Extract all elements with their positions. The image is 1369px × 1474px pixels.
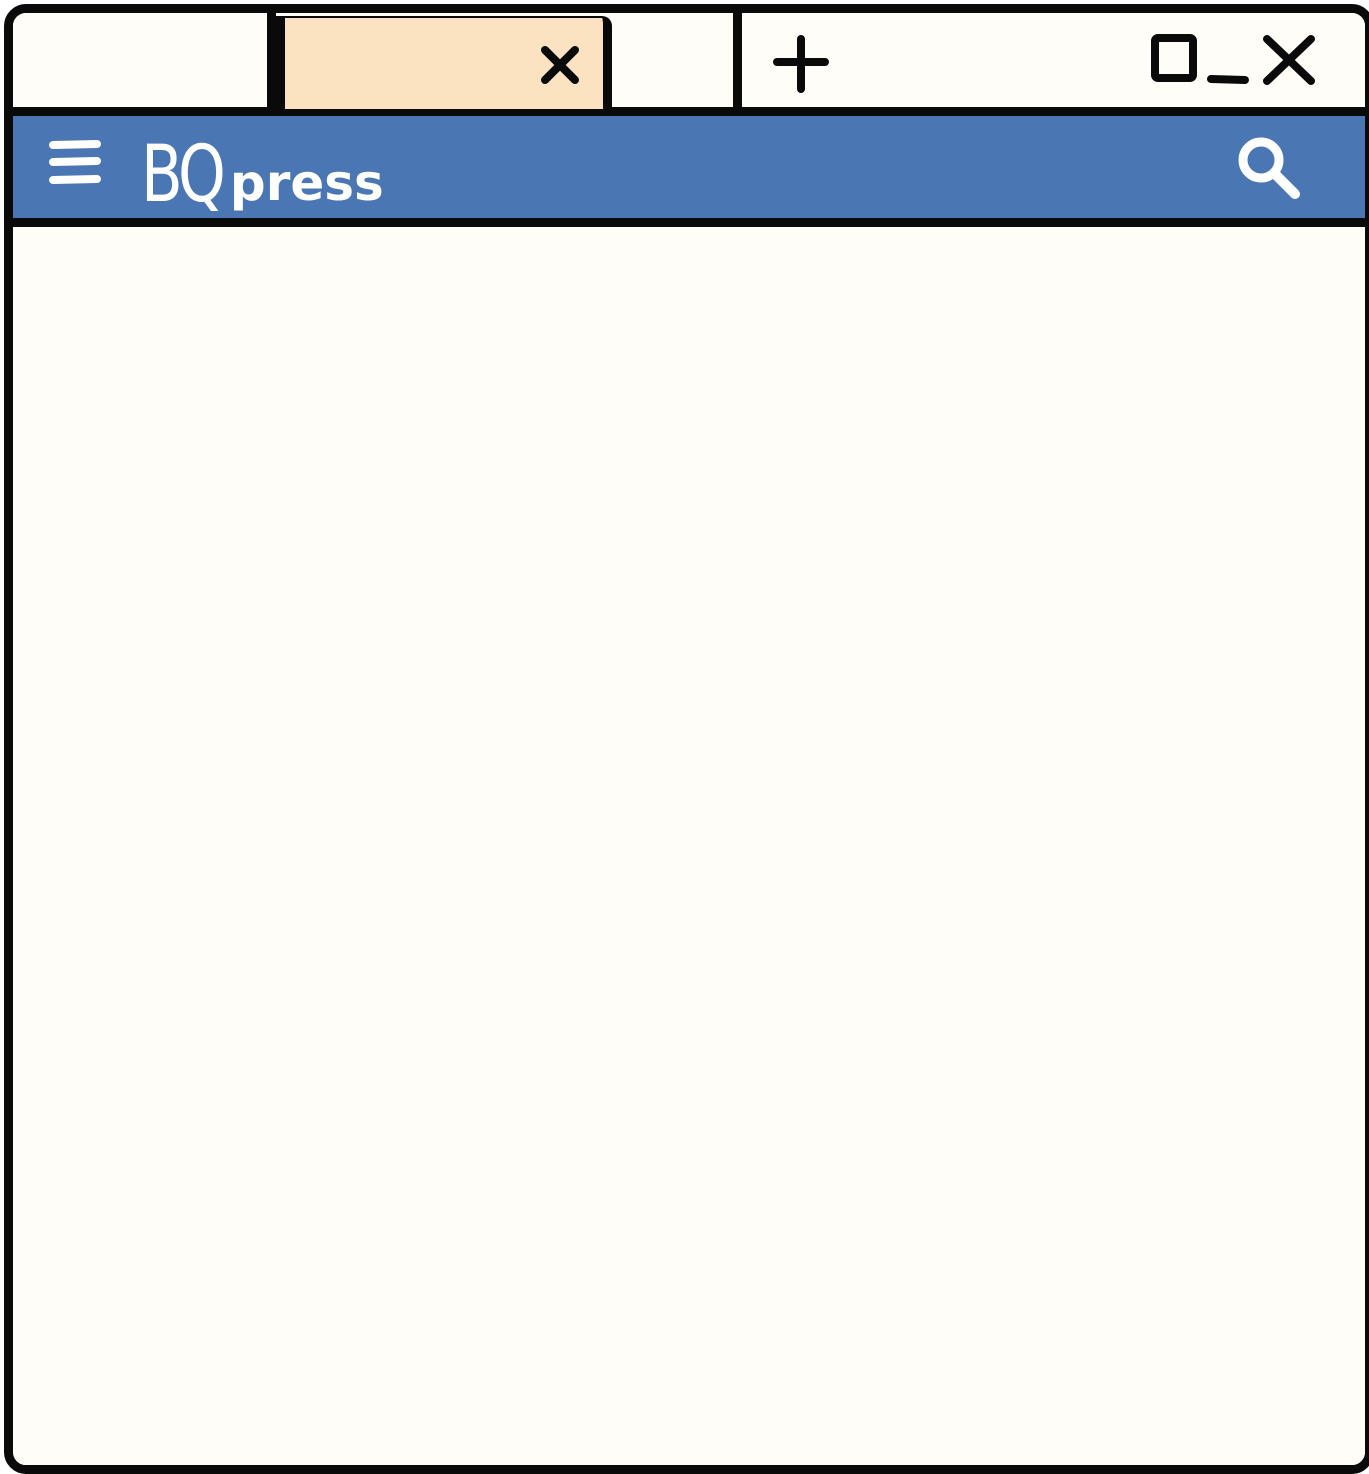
active-tab[interactable]	[276, 16, 612, 109]
plus-icon[interactable]	[771, 33, 831, 93]
hamburger-menu-icon[interactable]	[47, 135, 103, 191]
site-header: BQ press	[13, 116, 1365, 227]
tab-divider	[267, 13, 276, 107]
logo-main-text: BQ	[141, 130, 226, 220]
tab-bar	[13, 13, 1365, 116]
page-content	[13, 227, 1365, 1465]
minimize-icon[interactable]	[1207, 75, 1249, 84]
close-icon[interactable]	[539, 44, 581, 86]
site-logo[interactable]: BQ press	[141, 124, 384, 214]
maximize-icon[interactable]	[1151, 34, 1197, 82]
browser-window: BQ press	[4, 4, 1369, 1474]
tab-divider	[733, 13, 742, 107]
search-icon[interactable]	[1233, 134, 1305, 202]
window-controls	[1151, 34, 1315, 85]
logo-sub-text: press	[229, 154, 384, 212]
close-icon[interactable]	[1263, 35, 1315, 85]
